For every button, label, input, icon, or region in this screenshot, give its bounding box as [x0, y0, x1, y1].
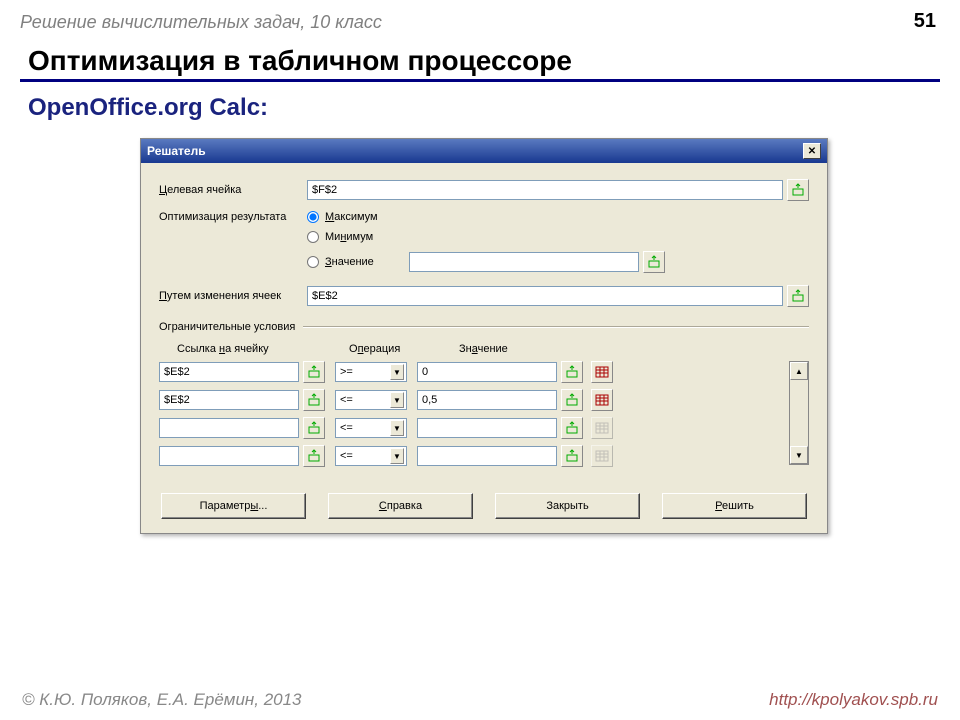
constraint-value-ref-button[interactable]: [561, 389, 583, 411]
slide-footer: © К.Ю. Поляков, Е.А. Ерёмин, 2013 http:/…: [0, 690, 960, 710]
constraint-value-input[interactable]: [417, 418, 557, 438]
solve-button[interactable]: Решить: [662, 493, 807, 519]
radio-value-label: Значение: [325, 256, 409, 268]
constraint-ref-button[interactable]: [303, 361, 325, 383]
changing-cells-input[interactable]: [307, 286, 783, 306]
shrink-icon: [307, 421, 321, 435]
dropdown-arrow-icon: ▼: [390, 420, 404, 436]
shrink-icon: [307, 449, 321, 463]
constraint-op-value: <=: [340, 450, 353, 462]
radio-minimum-label: Минимум: [325, 231, 373, 243]
constraint-delete-button[interactable]: [591, 361, 613, 383]
shrink-icon: [307, 365, 321, 379]
dialog-titlebar[interactable]: Решатель ✕: [141, 139, 827, 163]
close-button[interactable]: ✕: [803, 143, 821, 159]
target-cell-input[interactable]: [307, 180, 783, 200]
shrink-icon: [565, 449, 579, 463]
footer-url: http://kpolyakov.spb.ru: [769, 690, 938, 710]
constraint-value-input[interactable]: [417, 390, 557, 410]
constraint-delete-button[interactable]: [591, 389, 613, 411]
shrink-icon: [565, 421, 579, 435]
constraint-op-value: >=: [340, 366, 353, 378]
shrink-icon: [791, 289, 805, 303]
params-button[interactable]: Параметры...: [161, 493, 306, 519]
constraint-op-select[interactable]: <= ▼: [335, 446, 407, 466]
constraint-value-input[interactable]: [417, 446, 557, 466]
constraint-op-select[interactable]: >= ▼: [335, 362, 407, 382]
delete-row-icon: [595, 422, 609, 434]
delete-row-icon: [595, 366, 609, 378]
slide-title: Оптимизация в табличном процессоре: [0, 37, 960, 79]
value-input[interactable]: [409, 252, 639, 272]
slide-course-header: Решение вычислительных задач, 10 класс: [0, 0, 960, 37]
optimize-result-label: Оптимизация результата: [159, 211, 307, 223]
constraint-value-ref-button[interactable]: [561, 417, 583, 439]
solver-dialog: Решатель ✕ Целевая ячейка Оптимизация ре…: [140, 138, 828, 534]
constraint-ref-input[interactable]: [159, 362, 299, 382]
scroll-down-button[interactable]: ▼: [790, 446, 808, 464]
title-rule: [20, 79, 940, 82]
page-number: 51: [914, 10, 936, 33]
changing-cells-ref-button[interactable]: [787, 285, 809, 307]
constraint-ref-input[interactable]: [159, 446, 299, 466]
radio-maximum-label: Максимум: [325, 211, 378, 223]
dropdown-arrow-icon: ▼: [390, 364, 404, 380]
constraint-op-select[interactable]: <= ▼: [335, 418, 407, 438]
constraint-ref-input[interactable]: [159, 418, 299, 438]
constraint-value-ref-button[interactable]: [561, 361, 583, 383]
dropdown-arrow-icon: ▼: [390, 448, 404, 464]
constraint-op-value: <=: [340, 422, 353, 434]
constraint-ref-button[interactable]: [303, 445, 325, 467]
footer-copyright: © К.Ю. Поляков, Е.А. Ерёмин, 2013: [22, 690, 302, 710]
constraints-group-label: Ограничительные условия: [159, 321, 809, 333]
constraint-row: >= ▼: [159, 361, 779, 383]
radio-value[interactable]: [307, 256, 319, 268]
radio-minimum[interactable]: [307, 231, 319, 243]
constraint-rows: >= ▼ <= ▼ <= ▼ <= ▼: [159, 361, 779, 473]
dialog-title: Решатель: [147, 144, 206, 158]
slide-subtitle: OpenOffice.org Calc:: [0, 92, 960, 132]
constraint-ref-input[interactable]: [159, 390, 299, 410]
target-cell-label: Целевая ячейка: [159, 184, 307, 196]
constraint-ref-button[interactable]: [303, 417, 325, 439]
constraint-row: <= ▼: [159, 417, 779, 439]
constraint-headers: Ссылка на ячейку Операция Значение: [177, 343, 809, 355]
constraint-ref-button[interactable]: [303, 389, 325, 411]
constraint-delete-button: [591, 417, 613, 439]
constraint-row: <= ▼: [159, 389, 779, 411]
close-icon: ✕: [808, 146, 816, 157]
changing-cells-label: Путем изменения ячеек: [159, 290, 307, 302]
scroll-up-button[interactable]: ▲: [790, 362, 808, 380]
col-header-val: Значение: [459, 343, 599, 355]
constraints-scrollbar[interactable]: ▲ ▼: [789, 361, 809, 465]
constraint-op-value: <=: [340, 394, 353, 406]
delete-row-icon: [595, 450, 609, 462]
constraint-value-ref-button[interactable]: [561, 445, 583, 467]
help-button[interactable]: Справка: [328, 493, 473, 519]
dialog-body: Целевая ячейка Оптимизация результата Ма…: [141, 163, 827, 533]
constraint-value-input[interactable]: [417, 362, 557, 382]
value-ref-button[interactable]: [643, 251, 665, 273]
shrink-icon: [791, 183, 805, 197]
shrink-icon: [565, 393, 579, 407]
constraint-op-select[interactable]: <= ▼: [335, 390, 407, 410]
shrink-icon: [647, 255, 661, 269]
shrink-icon: [307, 393, 321, 407]
radio-maximum[interactable]: [307, 211, 319, 223]
shrink-icon: [565, 365, 579, 379]
dropdown-arrow-icon: ▼: [390, 392, 404, 408]
col-header-op: Операция: [349, 343, 459, 355]
close-dialog-button[interactable]: Закрыть: [495, 493, 640, 519]
delete-row-icon: [595, 394, 609, 406]
target-cell-ref-button[interactable]: [787, 179, 809, 201]
col-header-ref: Ссылка на ячейку: [177, 343, 349, 355]
constraint-row: <= ▼: [159, 445, 779, 467]
constraint-delete-button: [591, 445, 613, 467]
